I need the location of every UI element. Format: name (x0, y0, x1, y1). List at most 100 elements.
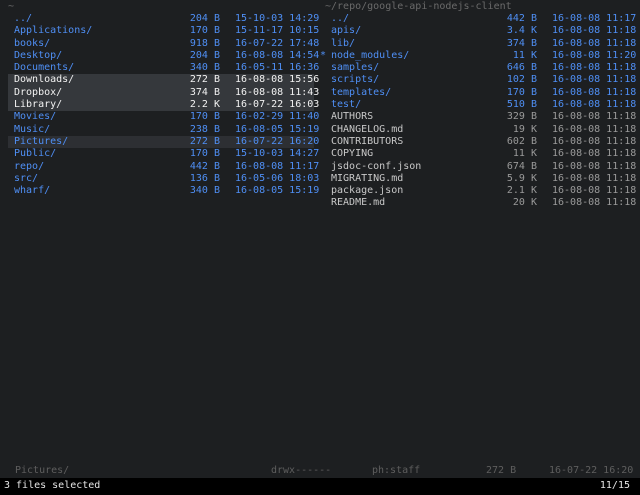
file-date: 16-07-22 16:03 (235, 99, 320, 111)
file-date: 16-08-08 11:18 (552, 185, 637, 197)
row-marker: * (320, 49, 327, 61)
file-row[interactable]: scripts/102 B 16-08-08 11:18 (325, 74, 636, 86)
file-name: CHANGELOG.md (331, 123, 404, 135)
file-name: jsdoc-conf.json (331, 160, 422, 172)
directory-name: repo/ (14, 160, 45, 172)
file-size: 204 B (189, 13, 220, 24)
file-date: 16-08-08 11:18 (552, 74, 637, 86)
directory-name: scripts/ (331, 74, 380, 86)
file-date: 16-05-11 16:36 (235, 62, 320, 74)
directory-name: Movies/ (14, 111, 57, 123)
directory-name: books/ (14, 37, 51, 49)
directory-name: Dropbox/ (14, 86, 63, 98)
directory-name: ../ (14, 13, 33, 24)
status-permissions: drwx------ (271, 465, 332, 476)
file-size: 374 B (506, 37, 537, 49)
file-date: 16-08-08 11:43 (235, 86, 320, 98)
file-row[interactable]: lib/374 B 16-08-08 11:18 (325, 37, 636, 50)
file-size: 646 B (506, 62, 537, 74)
file-row[interactable]: README.md 20 K 16-08-08 11:18 (325, 197, 636, 209)
file-row[interactable]: Applications/170 B 15-11-17 10:15 (8, 25, 319, 37)
status-file-name: Pictures/ (15, 465, 70, 476)
file-date: 16-08-08 14:54 (235, 49, 320, 61)
file-row[interactable]: Pictures/272 B 16-07-22 16:20 (8, 135, 319, 149)
status-date: 16-07-22 16:20 (549, 465, 634, 476)
file-row[interactable]: Desktop/204 B 16-08-08 14:54 (8, 49, 319, 62)
file-row[interactable]: templates/170 B 16-08-08 11:18 (325, 86, 636, 99)
file-date: 16-08-05 15:19 (235, 185, 320, 197)
left-pane-path: ~ (8, 1, 15, 12)
status-bar: Pictures/ drwx------ ph:staff 272 B 16-0… (0, 464, 640, 477)
file-date: 16-08-08 15:56 (235, 74, 320, 86)
file-name: README.md (331, 197, 386, 209)
file-name: AUTHORS (331, 111, 374, 123)
file-size: 340 B (189, 185, 220, 197)
file-date: 16-07-22 17:48 (235, 37, 320, 49)
file-name: MIGRATING.md (331, 172, 404, 184)
file-row[interactable]: Music/238 B 16-08-05 15:19 (8, 124, 319, 136)
file-size: 136 B (189, 172, 220, 184)
file-row[interactable]: Downloads/272 B 16-08-08 15:56 (8, 74, 319, 87)
file-name: package.json (331, 185, 404, 197)
file-row[interactable]: apis/3.4 K 16-08-08 11:18 (325, 25, 636, 37)
directory-name: Downloads/ (14, 74, 75, 86)
file-row[interactable]: COPYING 11 K 16-08-08 11:18 (325, 148, 636, 160)
file-row[interactable]: jsdoc-conf.json 674 B 16-08-08 11:18 (325, 160, 636, 173)
file-row[interactable]: AUTHORS 329 B 16-08-08 11:18 (325, 111, 636, 123)
command-line[interactable]: 3 files selected 11/15 (0, 478, 640, 495)
file-date: 16-08-05 15:19 (235, 123, 320, 135)
file-name: COPYING (331, 148, 374, 160)
directory-name: test/ (331, 99, 362, 111)
file-date: 16-08-08 11:18 (552, 148, 637, 160)
file-size: 170 B (189, 148, 220, 160)
directory-name: Desktop/ (14, 49, 63, 61)
file-row[interactable]: wharf/340 B 16-08-05 15:19 (8, 185, 319, 197)
file-row[interactable]: ../ 204 B 15-10-03 14:29 (8, 13, 319, 25)
file-date: 16-08-08 11:18 (552, 62, 637, 74)
directory-name: Public/ (14, 148, 57, 160)
directory-name: wharf/ (14, 185, 51, 197)
file-row[interactable]: MIGRATING.md 5.9 K 16-08-08 11:18 (325, 172, 636, 185)
file-size: 170 B (189, 25, 220, 37)
file-size: 602 B (506, 135, 537, 147)
file-row[interactable]: CONTRIBUTORS 602 B 16-08-08 11:18 (325, 135, 636, 148)
file-date: 16-08-08 11:18 (552, 25, 637, 37)
file-date: 15-11-17 10:15 (235, 25, 320, 37)
file-row[interactable]: * node_modules/11 K 16-08-08 11:20 (320, 49, 636, 62)
file-row[interactable]: Public/170 B 15-10-03 14:27 (8, 148, 319, 160)
file-row[interactable]: Dropbox/374 B 16-08-08 11:43 (8, 86, 319, 100)
file-size: 2.1 K (506, 185, 537, 197)
directory-name: lib/ (331, 37, 356, 49)
file-row[interactable]: repo/442 B 16-08-08 11:17 (8, 160, 319, 173)
file-date: 16-08-08 11:18 (552, 135, 637, 147)
file-size: 11 K (512, 148, 537, 160)
right-file-pane[interactable]: ../ 442 B 16-08-08 11:17 apis/3.4 K 16-08-08… (320, 13, 636, 210)
file-row[interactable]: samples/646 B 16-08-08 11:18 (325, 62, 636, 74)
file-row[interactable]: ../ 442 B 16-08-08 11:17 (325, 13, 636, 25)
file-row[interactable]: src/136 B 16-05-06 18:03 (8, 172, 319, 185)
file-date: 16-08-08 11:18 (552, 160, 637, 172)
directory-name: Pictures/ (14, 135, 69, 147)
file-date: 16-08-08 11:18 (552, 86, 637, 98)
cursor-position: 11/15 (599, 480, 630, 491)
file-row[interactable]: CHANGELOG.md 19 K 16-08-08 11:18 (325, 123, 636, 136)
file-size: 11 K (512, 49, 537, 61)
file-date: 15-10-03 14:27 (235, 148, 320, 160)
file-size: 442 B (506, 13, 537, 24)
file-date: 16-07-22 16:20 (235, 135, 320, 147)
directory-name: src/ (14, 172, 39, 184)
file-row[interactable]: books/918 B 16-07-22 17:48 (8, 37, 319, 50)
file-date: 16-08-08 11:17 (552, 13, 637, 24)
file-row[interactable]: Movies/170 B 16-02-29 11:40 (8, 111, 319, 123)
file-size: 340 B (189, 62, 220, 74)
file-row[interactable]: Library/2.2 K 16-07-22 16:03 (8, 99, 319, 112)
file-row[interactable]: test/510 B 16-08-08 11:18 (325, 99, 636, 111)
file-row[interactable]: package.json 2.1 K 16-08-08 11:18 (325, 185, 636, 197)
file-date: 16-08-08 11:18 (552, 123, 637, 135)
file-date: 16-05-06 18:03 (235, 172, 320, 184)
left-file-pane[interactable]: ../204 B 15-10-03 14:29 Applications/170 B… (8, 13, 319, 197)
directory-name: templates/ (331, 86, 392, 98)
file-size: 442 B (189, 160, 220, 172)
directory-name: Library/ (14, 99, 63, 111)
file-row[interactable]: Documents/340 B 16-05-11 16:36 (8, 62, 319, 74)
